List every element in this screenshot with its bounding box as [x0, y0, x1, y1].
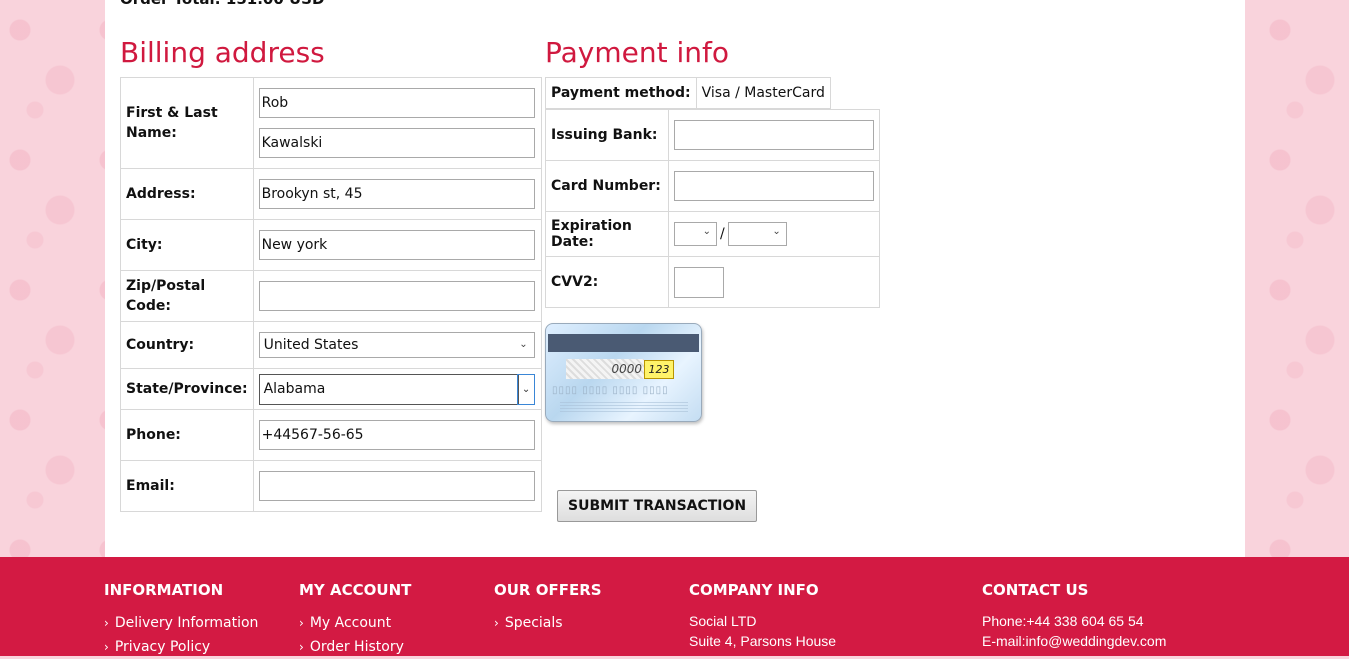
- footer-company-info: COMPANY INFO Social LTD Suite 4, Parsons…: [689, 581, 836, 651]
- chevron-down-icon: ⌄: [519, 339, 528, 350]
- chevron-right-icon: ›: [104, 640, 109, 654]
- expiry-label: Expiration Date:: [545, 211, 669, 257]
- issuing-bank-field[interactable]: [674, 120, 874, 150]
- cvv-label: CVV2:: [545, 256, 669, 308]
- bank-row: Issuing Bank:: [545, 109, 880, 161]
- state-select[interactable]: Alabama ⌄: [258, 373, 535, 405]
- footer-my-account: MY ACCOUNT › My Account › Order History: [299, 581, 411, 659]
- address-label: Address:: [120, 168, 254, 220]
- footer-information-title: INFORMATION: [104, 581, 224, 599]
- city-label: City:: [120, 219, 254, 271]
- footer-contact-us-title: CONTACT US: [982, 581, 1089, 599]
- card-fine-print: [560, 400, 688, 412]
- company-name: Social LTD: [689, 613, 757, 629]
- billing-form: First & Last Name: Address: City: Zip/Po…: [120, 77, 542, 512]
- country-row: Country: United States ⌄: [120, 321, 542, 369]
- card-magnetic-stripe: [548, 334, 699, 352]
- last-name-field[interactable]: [258, 128, 535, 158]
- state-row: State/Province: Alabama ⌄: [120, 368, 542, 410]
- address-field[interactable]: [258, 179, 535, 209]
- contact-email[interactable]: E-mail:info@weddingdev.com: [982, 631, 1166, 651]
- expiry-month-select[interactable]: ⌄: [674, 222, 717, 246]
- expiry-year-select[interactable]: ⌄: [727, 222, 787, 246]
- payment-method-table: Payment method: Visa / MasterCard: [545, 77, 831, 109]
- company-address: Suite 4, Parsons House: [689, 633, 837, 649]
- name-row: First & Last Name:: [120, 77, 542, 169]
- footer-information: INFORMATION › Delivery Information › Priva…: [104, 581, 258, 659]
- card-number-field[interactable]: [674, 171, 874, 201]
- card-embossed-digits: ▯▯▯▯ ▯▯▯▯ ▯▯▯▯ ▯▯▯▯: [552, 385, 669, 396]
- email-row: Email:: [120, 460, 542, 512]
- billing-address-title: Billing address: [120, 36, 325, 69]
- chevron-right-icon: ›: [299, 616, 304, 630]
- footer-contact-us: CONTACT US Phone:+44 338 604 65 54 E-mai…: [982, 581, 1166, 651]
- bank-label: Issuing Bank:: [545, 109, 669, 161]
- state-label: State/Province:: [120, 368, 254, 410]
- email-field[interactable]: [258, 471, 535, 501]
- address-row: Address:: [120, 168, 542, 220]
- city-row: City:: [120, 219, 542, 271]
- order-total: Order Total: 151.00 USD: [120, 0, 324, 8]
- payment-form: Issuing Bank: Card Number: Expiration Da…: [545, 109, 880, 308]
- chevron-down-icon: ⌄: [516, 373, 535, 405]
- footer-our-offers-title: OUR OFFERS: [494, 581, 602, 599]
- chevron-right-icon: ›: [299, 640, 304, 654]
- submit-transaction-button[interactable]: SUBMIT TRANSACTION: [557, 490, 758, 522]
- city-field[interactable]: [258, 230, 535, 260]
- card-row: Card Number:: [545, 160, 880, 212]
- phone-field[interactable]: [258, 420, 535, 450]
- payment-method-label: Payment method:: [545, 77, 697, 109]
- footer-link-my-account[interactable]: › My Account: [299, 611, 411, 635]
- zip-field[interactable]: [258, 281, 535, 311]
- cvv-row: CVV2:: [545, 256, 880, 308]
- main-content: Order Total: 151.00 USD Billing address …: [105, 0, 1245, 557]
- card-signature-strip: 0000: [566, 359, 644, 379]
- chevron-right-icon: ›: [494, 616, 499, 630]
- cvv-field[interactable]: [674, 266, 724, 298]
- name-label: First & Last Name:: [120, 77, 254, 169]
- footer-company-info-title: COMPANY INFO: [689, 581, 819, 599]
- country-value: United States: [263, 337, 359, 353]
- zip-row: Zip/Postal Code:: [120, 270, 542, 322]
- card-number-label: Card Number:: [545, 160, 669, 212]
- chevron-down-icon: ⌄: [772, 226, 781, 237]
- expiry-separator: /: [720, 226, 725, 242]
- chevron-down-icon: ⌄: [702, 226, 711, 237]
- footer-our-offers: OUR OFFERS › Specials: [494, 581, 602, 635]
- chevron-right-icon: ›: [104, 616, 109, 630]
- state-value: Alabama: [263, 380, 326, 397]
- expiry-row: Expiration Date: ⌄ / ⌄: [545, 211, 880, 257]
- footer-link-delivery[interactable]: › Delivery Information: [104, 611, 258, 635]
- payment-method-value: Visa / MasterCard: [695, 77, 831, 109]
- first-name-field[interactable]: [258, 88, 535, 118]
- footer-link-specials[interactable]: › Specials: [494, 611, 602, 635]
- country-select[interactable]: United States ⌄: [258, 332, 535, 358]
- country-label: Country:: [120, 321, 254, 369]
- payment-info-title: Payment info: [545, 36, 729, 69]
- footer-link-privacy[interactable]: › Privacy Policy: [104, 635, 258, 659]
- card-cvv-highlight: 123: [644, 360, 674, 379]
- card-back-image: 0000 123 ▯▯▯▯ ▯▯▯▯ ▯▯▯▯ ▯▯▯▯: [545, 323, 702, 422]
- footer-my-account-title: MY ACCOUNT: [299, 581, 412, 599]
- email-label: Email:: [120, 460, 254, 512]
- footer-link-order-history[interactable]: › Order History: [299, 635, 411, 659]
- phone-label: Phone:: [120, 409, 254, 461]
- footer: INFORMATION › Delivery Information › Priva…: [0, 557, 1349, 656]
- phone-row: Phone:: [120, 409, 542, 461]
- zip-label: Zip/Postal Code:: [120, 270, 254, 322]
- contact-phone: Phone:+44 338 604 65 54: [982, 613, 1144, 629]
